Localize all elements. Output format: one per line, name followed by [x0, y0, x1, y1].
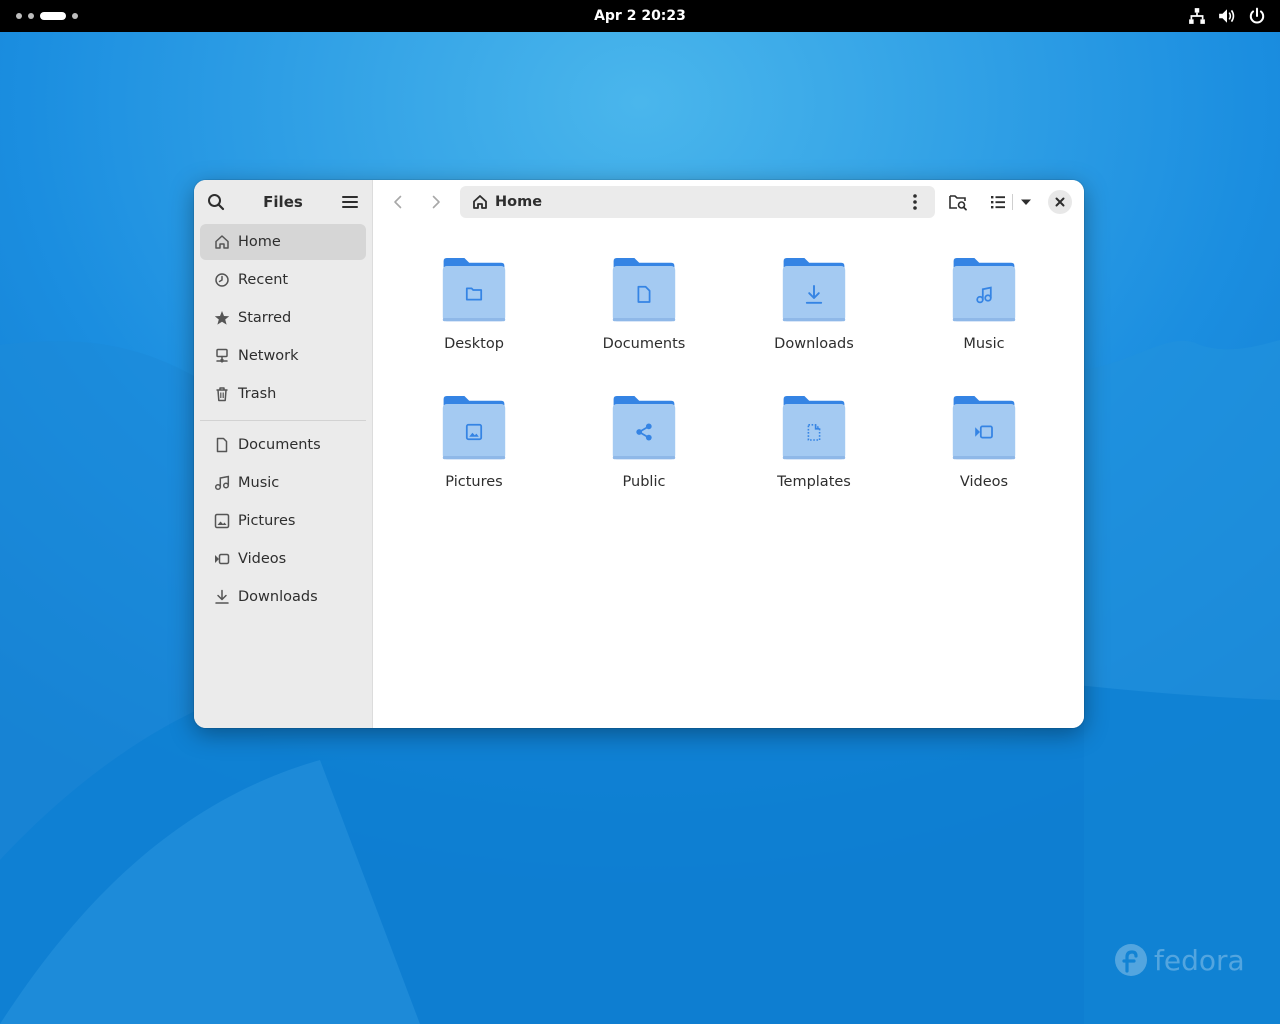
clock[interactable]: Apr 2 20:23: [540, 0, 740, 32]
sidebar-item-label: Trash: [238, 386, 277, 402]
volume-icon: [1219, 9, 1235, 23]
main-menu-button[interactable]: [340, 192, 360, 212]
workspace-indicator-active: [40, 12, 66, 20]
folder-label: Documents: [602, 336, 686, 352]
kebab-menu-icon: [913, 194, 917, 210]
folder-item[interactable]: Downloads: [744, 224, 884, 352]
clock-icon: [214, 272, 230, 288]
picture-icon: [214, 513, 230, 529]
folder-search-icon: [949, 195, 967, 211]
folder-menu-button[interactable]: [905, 192, 925, 212]
home-icon: [214, 234, 230, 250]
chevron-left-icon: [394, 195, 402, 209]
folder-label: Public: [622, 474, 666, 490]
sidebar-header: Files: [194, 180, 372, 224]
sidebar-item-recent[interactable]: Recent: [200, 262, 366, 298]
sidebar-item-label: Home: [238, 234, 281, 250]
sidebar-item-music[interactable]: Music: [200, 465, 366, 501]
activities-button[interactable]: [12, 9, 82, 23]
sidebar-item-network[interactable]: Network: [200, 338, 366, 374]
folder-emblem-icon: [442, 258, 506, 322]
template-emblem-icon: [782, 396, 846, 460]
folder-item[interactable]: Pictures: [404, 362, 544, 490]
folder-label: Templates: [777, 474, 851, 490]
sidebar-item-label: Pictures: [238, 513, 296, 529]
picture-emblem-icon: [442, 396, 506, 460]
back-button[interactable]: [386, 190, 410, 214]
workspace-indicator: [16, 13, 22, 19]
document-icon: [214, 437, 230, 453]
video-icon: [214, 551, 230, 567]
folder-item[interactable]: Public: [574, 362, 714, 490]
pathbar-current-folder[interactable]: Home: [495, 194, 542, 210]
network-wired-icon: [1189, 8, 1205, 24]
view-list-button[interactable]: [986, 190, 1010, 214]
fedora-logo-icon: [1115, 944, 1147, 976]
sidebar-item-downloads[interactable]: Downloads: [200, 579, 366, 615]
sidebar-separator: [200, 420, 366, 421]
hamburger-menu-icon: [342, 196, 358, 208]
folder-item[interactable]: Videos: [914, 362, 1054, 490]
folder-label: Music: [963, 336, 1005, 352]
sidebar-list: Home Recent Starred Network Trash: [194, 224, 372, 412]
close-icon: [1055, 197, 1065, 207]
document-emblem-icon: [612, 258, 676, 322]
folder-item[interactable]: Documents: [574, 224, 714, 352]
chevron-down-icon: [1021, 199, 1031, 205]
top-bar: Apr 2 20:23: [0, 0, 1280, 32]
sidebar-item-pictures[interactable]: Pictures: [200, 503, 366, 539]
list-view-icon: [991, 196, 1005, 209]
download-icon: [214, 589, 230, 605]
location-pathbar[interactable]: Home: [460, 186, 935, 218]
download-emblem-icon: [782, 258, 846, 322]
music-emblem-icon: [952, 258, 1016, 322]
sidebar-item-documents[interactable]: Documents: [200, 427, 366, 463]
sidebar-item-label: Recent: [238, 272, 289, 288]
sidebar-item-label: Network: [238, 348, 299, 364]
toolbar-separator: [1012, 194, 1013, 210]
sidebar-item-trash[interactable]: Trash: [200, 376, 366, 412]
folder-item[interactable]: Music: [914, 224, 1054, 352]
fedora-logo-text: fedora: [1154, 943, 1245, 977]
share-emblem-icon: [612, 396, 676, 460]
video-emblem-icon: [952, 396, 1016, 460]
view-options-button[interactable]: [1014, 190, 1038, 214]
files-window: Files Home Recent Starred Network Trash …: [194, 180, 1084, 728]
sidebar-item-label: Videos: [238, 551, 287, 567]
folder-item[interactable]: Desktop: [404, 224, 544, 352]
close-window-button[interactable]: [1048, 190, 1072, 214]
music-icon: [214, 475, 230, 491]
power-icon: [1249, 7, 1265, 24]
home-icon: [473, 195, 487, 209]
sidebar-places-list: Documents Music Pictures Videos Download…: [194, 427, 372, 615]
search-icon: [208, 194, 225, 211]
toolbar: Home: [374, 180, 1084, 224]
sidebar-item-label: Music: [238, 475, 280, 491]
workspace-indicator: [72, 13, 78, 19]
folder-label: Videos: [959, 474, 1009, 490]
trash-icon: [214, 386, 230, 402]
folder-label: Desktop: [444, 336, 504, 352]
system-tray[interactable]: [1188, 0, 1266, 32]
network-icon: [214, 348, 230, 364]
content-area: Home Desktop Documents Downloads Music P…: [374, 180, 1084, 728]
folder-label: Pictures: [445, 474, 503, 490]
fedora-logo: fedora: [1114, 938, 1245, 982]
sidebar-item-videos[interactable]: Videos: [200, 541, 366, 577]
folder-item[interactable]: Templates: [744, 362, 884, 490]
sidebar-item-starred[interactable]: Starred: [200, 300, 366, 336]
sidebar-item-home[interactable]: Home: [200, 224, 366, 260]
sidebar-title: Files: [263, 193, 303, 211]
search-button[interactable]: [206, 192, 226, 212]
sidebar-item-label: Starred: [238, 310, 292, 326]
forward-button[interactable]: [424, 190, 448, 214]
search-in-folder-button[interactable]: [946, 190, 970, 214]
sidebar-item-label: Downloads: [238, 589, 318, 605]
star-icon: [214, 310, 230, 326]
folder-label: Downloads: [774, 336, 854, 352]
sidebar: Files Home Recent Starred Network Trash …: [194, 180, 373, 728]
chevron-right-icon: [432, 195, 440, 209]
sidebar-item-label: Documents: [238, 437, 321, 453]
workspace-indicator: [28, 13, 34, 19]
